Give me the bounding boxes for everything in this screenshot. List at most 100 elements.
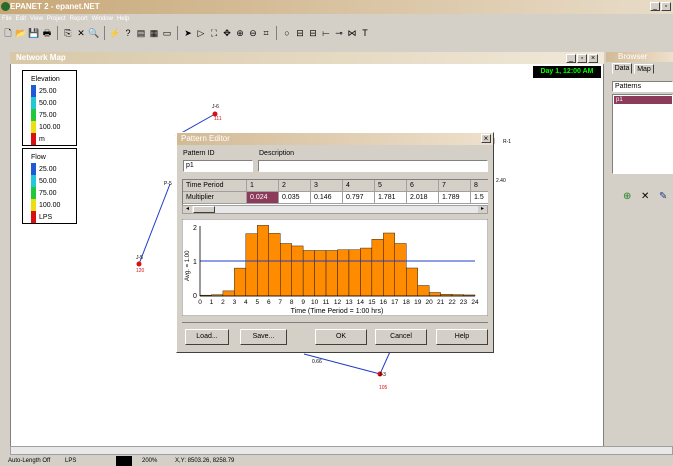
map-minimize-button[interactable]: _ (566, 54, 576, 63)
add-label-icon[interactable]: T (359, 27, 371, 39)
x-tick-label: 10 (311, 299, 319, 306)
browser-list[interactable] (612, 94, 673, 174)
toolbar: 🗋 📂 💾 🖶 ⎘ ✕ 🔍 ⚡ ? ▤ ▦ ▭ ➤ ▷ ⛶ ✥ ⊕ ⊖ ⌗ ○ … (0, 24, 673, 42)
copy-icon[interactable]: ⎘ (62, 27, 74, 39)
browser-category-dropdown[interactable]: Patterns (612, 81, 673, 92)
grid-multiplier-cell[interactable]: 0.797 (343, 192, 375, 204)
menu-report[interactable]: Report (70, 14, 88, 24)
add-reservoir-icon[interactable]: ⊟ (294, 27, 306, 39)
node-label-j5: J-5 (136, 255, 143, 261)
grid-multiplier-cell[interactable]: 1.5 (471, 192, 488, 204)
grid-multiplier-cell[interactable]: 1.781 (375, 192, 407, 204)
save-button[interactable]: Save... (240, 329, 287, 345)
minimize-button[interactable]: _ (650, 2, 660, 11)
menu-help[interactable]: Help (117, 14, 129, 24)
pattern-id-field[interactable]: p1 (183, 160, 253, 172)
edit-item-icon[interactable]: ✎ (659, 191, 667, 202)
y-tick-label: 0 (193, 293, 197, 300)
graph-icon[interactable]: ▤ (135, 27, 147, 39)
query-icon[interactable]: ? (122, 27, 134, 39)
add-item-icon[interactable]: ⊕ (623, 191, 631, 202)
node-value-j5: 120 (136, 268, 145, 274)
grid-horizontal-scrollbar[interactable] (182, 205, 488, 214)
menu-window[interactable]: Window (92, 14, 113, 24)
menu-view[interactable]: View (30, 14, 43, 24)
add-valve-icon[interactable]: ⋈ (346, 27, 358, 39)
restore-button[interactable]: ▫ (661, 2, 671, 11)
find-icon[interactable]: 🔍 (88, 27, 100, 39)
browser-list-item[interactable]: p1 (614, 96, 672, 104)
grid-multiplier-cell[interactable]: 0.146 (311, 192, 343, 204)
save-icon[interactable]: 💾 (28, 27, 40, 39)
delete-icon[interactable]: ✕ (75, 27, 87, 39)
y-tick-label: 1 (193, 259, 197, 266)
elevation-legend-title: Elevation (31, 75, 60, 83)
map-horizontal-scrollbar[interactable] (10, 446, 673, 455)
full-extent-icon[interactable]: ⌗ (260, 27, 272, 39)
grid-multiplier-cell[interactable]: 2.018 (407, 192, 439, 204)
select-vertex-icon[interactable]: ▷ (195, 27, 207, 39)
select-region-icon[interactable]: ⛶ (208, 27, 220, 39)
legend-swatch (31, 133, 36, 145)
map-close-button[interactable]: × (588, 54, 598, 63)
app-title: EPANET 2 - epanet.NET (10, 2, 100, 11)
open-file-icon[interactable]: 📂 (15, 27, 27, 39)
legend-entry: LPS (23, 211, 52, 223)
multiplier-grid[interactable]: Time Period Multiplier 1 2 3 4 5 6 7 8 0… (182, 179, 488, 205)
help-button[interactable]: Help (436, 329, 488, 345)
flow-legend[interactable]: Flow 25.00 50.00 75.00 100.00 LPS (22, 148, 77, 224)
grid-multiplier-cell-selected[interactable]: 0.024 (247, 192, 279, 204)
menu-project[interactable]: Project (47, 14, 66, 24)
chart-bar (360, 247, 373, 297)
zoom-in-icon[interactable]: ⊕ (234, 27, 246, 39)
x-tick-label: 8 (290, 299, 294, 306)
cancel-button[interactable]: Cancel (375, 329, 427, 345)
dialog-close-button[interactable]: × (481, 134, 491, 143)
add-junction-icon[interactable]: ○ (281, 27, 293, 39)
grid-period-header: 7 (439, 180, 471, 192)
menu-file[interactable]: File (2, 14, 12, 24)
x-tick-label: 17 (391, 299, 399, 306)
browser-tab-data[interactable]: Data (612, 63, 632, 74)
x-tick-label: 23 (460, 299, 468, 306)
grid-multiplier-cell[interactable]: 1.789 (439, 192, 471, 204)
ok-button[interactable]: OK (315, 329, 367, 345)
new-file-icon[interactable]: 🗋 (2, 27, 14, 39)
zoom-out-icon[interactable]: ⊖ (247, 27, 259, 39)
menu-edit[interactable]: Edit (16, 14, 26, 24)
load-button[interactable]: Load... (185, 329, 229, 345)
x-tick-label: 4 (244, 299, 248, 306)
chart-bar (234, 267, 247, 297)
add-tank-icon[interactable]: ⊟ (307, 27, 319, 39)
legend-swatch (31, 175, 36, 187)
add-pump-icon[interactable]: ⊸ (333, 27, 345, 39)
scroll-right-arrow-icon[interactable]: ▸ (478, 206, 487, 213)
dialog-separator (182, 322, 488, 323)
status-autolength[interactable]: Auto-Length Off (8, 457, 50, 466)
browser-tab-map[interactable]: Map (634, 64, 654, 74)
x-tick-label: 2 (221, 299, 225, 306)
epanet-app-icon (1, 2, 10, 11)
delete-item-icon[interactable]: ✕ (641, 191, 649, 202)
grid-row-header: Multiplier (183, 192, 247, 204)
select-object-icon[interactable]: ➤ (182, 27, 194, 39)
map-maximize-button[interactable]: ▫ (577, 54, 587, 63)
run-icon[interactable]: ⚡ (109, 27, 121, 39)
grid-period-header: 5 (375, 180, 407, 192)
description-label: Description (259, 150, 295, 157)
elevation-legend[interactable]: Elevation 25.00 50.00 75.00 100.00 m (22, 70, 77, 146)
table-icon[interactable]: ▦ (148, 27, 160, 39)
browser-title: Browser (618, 52, 648, 61)
print-icon[interactable]: 🖶 (41, 27, 53, 39)
grid-period-header: 8 (471, 180, 488, 192)
scroll-left-arrow-icon[interactable]: ◂ (183, 206, 192, 213)
junction-j5 (136, 261, 142, 267)
x-tick-label: 0 (198, 299, 202, 306)
chart-bar (348, 249, 361, 297)
add-pipe-icon[interactable]: ⟝ (320, 27, 332, 39)
grid-multiplier-cell[interactable]: 0.035 (279, 192, 311, 204)
pan-icon[interactable]: ✥ (221, 27, 233, 39)
options-icon[interactable]: ▭ (161, 27, 173, 39)
scrollbar-thumb[interactable] (193, 206, 215, 213)
description-field[interactable] (258, 160, 488, 172)
